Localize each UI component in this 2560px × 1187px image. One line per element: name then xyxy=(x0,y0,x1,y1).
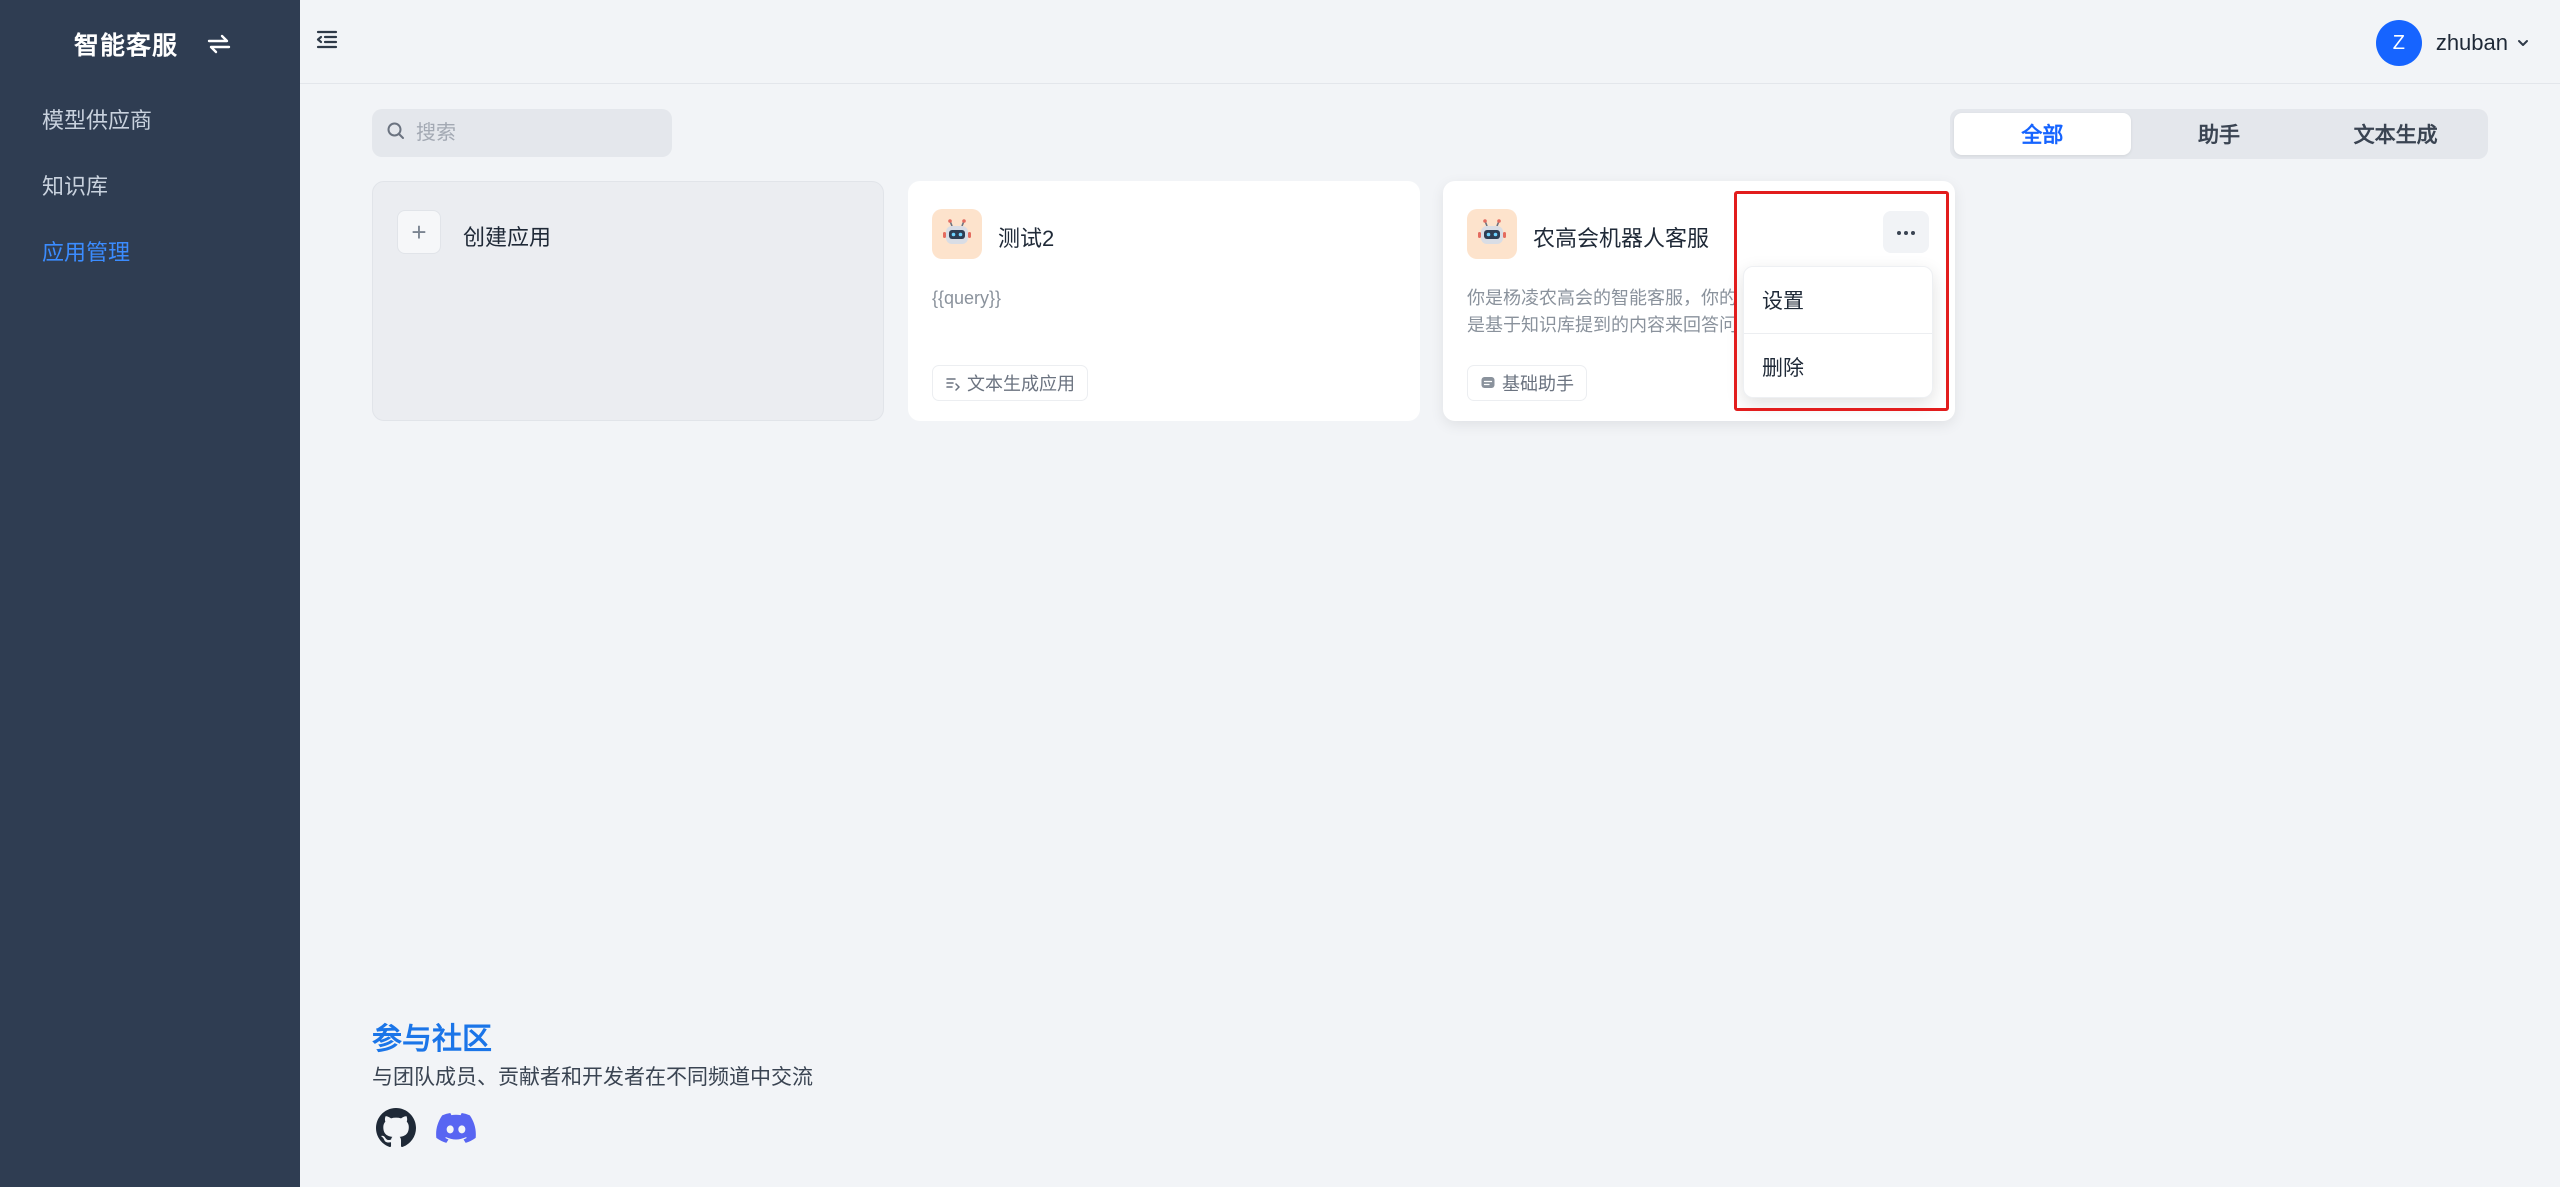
tab-assistant[interactable]: 助手 xyxy=(2131,113,2308,155)
sidebar: 智能客服 模型供应商 知识库 应用管理 xyxy=(0,0,300,1187)
sidebar-item-label: 应用管理 xyxy=(42,240,131,265)
chat-bubble-icon xyxy=(1480,375,1496,391)
app-description: {{query}} xyxy=(932,288,1002,308)
sidebar-item-label: 模型供应商 xyxy=(42,108,153,133)
discord-icon[interactable] xyxy=(436,1108,476,1148)
sidebar-item-app-management[interactable]: 应用管理 xyxy=(0,218,300,284)
search-input[interactable] xyxy=(416,121,656,145)
app-description: 你是杨凌农高会的智能客服，你的 是基于知识库提到的内容来回答问 xyxy=(1467,288,1737,335)
more-options-button[interactable] xyxy=(1883,211,1929,253)
create-app-card[interactable]: + 创建应用 xyxy=(372,181,884,421)
search-icon xyxy=(386,121,406,146)
tab-all[interactable]: 全部 xyxy=(1954,113,2131,155)
search-box[interactable] xyxy=(372,109,672,157)
app-type-filter: 全部 助手 文本生成 xyxy=(1950,109,2488,159)
app-type-tag: 基础助手 xyxy=(1467,365,1587,401)
sidebar-nav: 模型供应商 知识库 应用管理 xyxy=(0,86,300,284)
sidebar-item-knowledge-base[interactable]: 知识库 xyxy=(0,152,300,218)
app-card[interactable]: 测试2 {{query}} 文本生成应用 xyxy=(908,181,1420,421)
robot-icon xyxy=(1467,209,1517,259)
create-app-label: 创建应用 xyxy=(463,225,552,250)
app-tag-label: 文本生成应用 xyxy=(967,374,1075,394)
app-type-tag: 文本生成应用 xyxy=(932,365,1088,401)
avatar: Z xyxy=(2375,20,2422,66)
app-name: 测试2 xyxy=(998,226,1055,251)
community-title: 参与社区 xyxy=(372,1023,492,1056)
user-menu[interactable]: Z zhuban xyxy=(2375,20,2530,66)
chevron-down-icon xyxy=(2516,36,2530,50)
swap-icon[interactable] xyxy=(204,29,234,59)
app-tag-label: 基础助手 xyxy=(1502,374,1574,394)
top-bar: Z zhuban xyxy=(300,0,2560,84)
text-generation-icon xyxy=(945,375,961,391)
more-icon xyxy=(1896,223,1916,241)
menu-item-delete[interactable]: 删除 xyxy=(1744,333,1932,399)
plus-icon: + xyxy=(397,210,441,254)
robot-icon xyxy=(932,209,982,259)
collapse-menu-icon[interactable] xyxy=(314,27,344,57)
brand-title: 智能客服 xyxy=(74,32,179,60)
github-icon[interactable] xyxy=(376,1108,416,1148)
app-options-menu: 设置 删除 xyxy=(1743,266,1933,398)
sidebar-item-model-providers[interactable]: 模型供应商 xyxy=(0,86,300,152)
user-name: zhuban xyxy=(2435,30,2508,55)
menu-item-settings[interactable]: 设置 xyxy=(1744,267,1932,333)
app-name: 农高会机器人客服 xyxy=(1533,226,1710,251)
sidebar-item-label: 知识库 xyxy=(42,174,109,199)
tab-text-generation[interactable]: 文本生成 xyxy=(2307,113,2484,155)
community-description: 与团队成员、贡献者和开发者在不同频道中交流 xyxy=(372,1066,813,1089)
brand: 智能客服 xyxy=(74,24,234,64)
